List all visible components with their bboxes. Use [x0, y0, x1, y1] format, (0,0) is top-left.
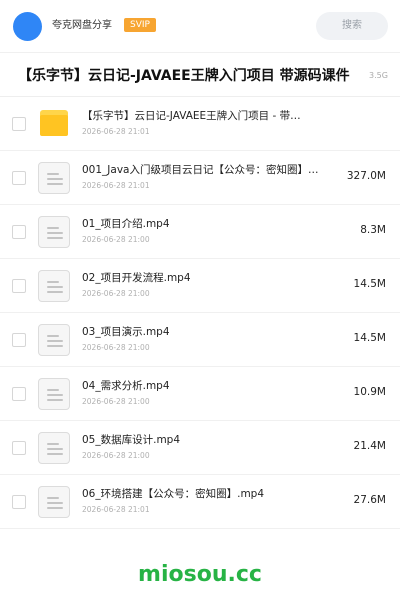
file-size: 8.3M	[360, 224, 386, 236]
file-size: 27.6M	[353, 494, 386, 506]
list-item[interactable]: 05_数据库设计.mp4 2026-06-28 21:00 21.4M	[0, 421, 400, 475]
share-total-size: 3.5G	[369, 71, 388, 80]
svip-badge: SVIP	[124, 18, 156, 32]
file-name: 03_项目演示.mp4	[82, 326, 170, 338]
file-date: 2026-06-28 21:01	[82, 127, 150, 136]
document-icon	[38, 378, 70, 410]
file-name: 04_需求分析.mp4	[82, 380, 170, 392]
document-icon	[38, 432, 70, 464]
file-size: 14.5M	[353, 332, 386, 344]
watermark: miosou.cc	[138, 562, 262, 587]
row-checkbox[interactable]	[12, 495, 26, 509]
divider	[0, 52, 400, 53]
search-button[interactable]: 搜索	[316, 12, 388, 40]
list-item-folder[interactable]: 【乐字节】云日记-JAVAEE王牌入门项目 - 带… 2026-06-28 21…	[0, 97, 400, 151]
row-checkbox[interactable]	[12, 117, 26, 131]
document-icon	[38, 270, 70, 302]
file-name: 【乐字节】云日记-JAVAEE王牌入门项目 - 带…	[82, 110, 301, 122]
list-item[interactable]: 02_项目开发流程.mp4 2026-06-28 21:00 14.5M	[0, 259, 400, 313]
folder-icon	[40, 110, 68, 136]
file-date: 2026-06-28 21:01	[82, 505, 150, 514]
file-name: 02_项目开发流程.mp4	[82, 272, 191, 284]
file-size: 14.5M	[353, 278, 386, 290]
file-date: 2026-06-28 21:00	[82, 289, 150, 298]
file-date: 2026-06-28 21:00	[82, 343, 150, 352]
file-size: 21.4M	[353, 440, 386, 452]
avatar[interactable]	[13, 12, 42, 41]
row-checkbox[interactable]	[12, 279, 26, 293]
file-date: 2026-06-28 21:00	[82, 451, 150, 460]
file-name: 01_项目介绍.mp4	[82, 218, 170, 230]
file-name: 001_Java入门级项目云日记【公众号：密知圈】…	[82, 164, 319, 176]
file-date: 2026-06-28 21:00	[82, 397, 150, 406]
row-checkbox[interactable]	[12, 333, 26, 347]
file-date: 2026-06-28 21:01	[82, 181, 150, 190]
file-date: 2026-06-28 21:00	[82, 235, 150, 244]
document-icon	[38, 324, 70, 356]
list-item[interactable]: 01_项目介绍.mp4 2026-06-28 21:00 8.3M	[0, 205, 400, 259]
list-item[interactable]: 06_环境搭建【公众号：密知圈】.mp4 2026-06-28 21:01 27…	[0, 475, 400, 529]
file-size: 10.9M	[353, 386, 386, 398]
document-icon	[38, 216, 70, 248]
file-name: 05_数据库设计.mp4	[82, 434, 181, 446]
list-item[interactable]: 001_Java入门级项目云日记【公众号：密知圈】… 2026-06-28 21…	[0, 151, 400, 205]
row-checkbox[interactable]	[12, 171, 26, 185]
document-icon	[38, 486, 70, 518]
document-icon	[38, 162, 70, 194]
file-name: 06_环境搭建【公众号：密知圈】.mp4	[82, 488, 265, 500]
share-title: 【乐字节】云日记-JAVAEE王牌入门项目 带源码课件	[18, 68, 350, 84]
owner-name: 夸克网盘分享	[52, 20, 112, 31]
list-item[interactable]: 03_项目演示.mp4 2026-06-28 21:00 14.5M	[0, 313, 400, 367]
list-item[interactable]: 04_需求分析.mp4 2026-06-28 21:00 10.9M	[0, 367, 400, 421]
top-bar: 夸克网盘分享 SVIP 搜索	[0, 0, 400, 52]
row-checkbox[interactable]	[12, 441, 26, 455]
file-size: 327.0M	[346, 170, 386, 182]
row-checkbox[interactable]	[12, 225, 26, 239]
row-checkbox[interactable]	[12, 387, 26, 401]
